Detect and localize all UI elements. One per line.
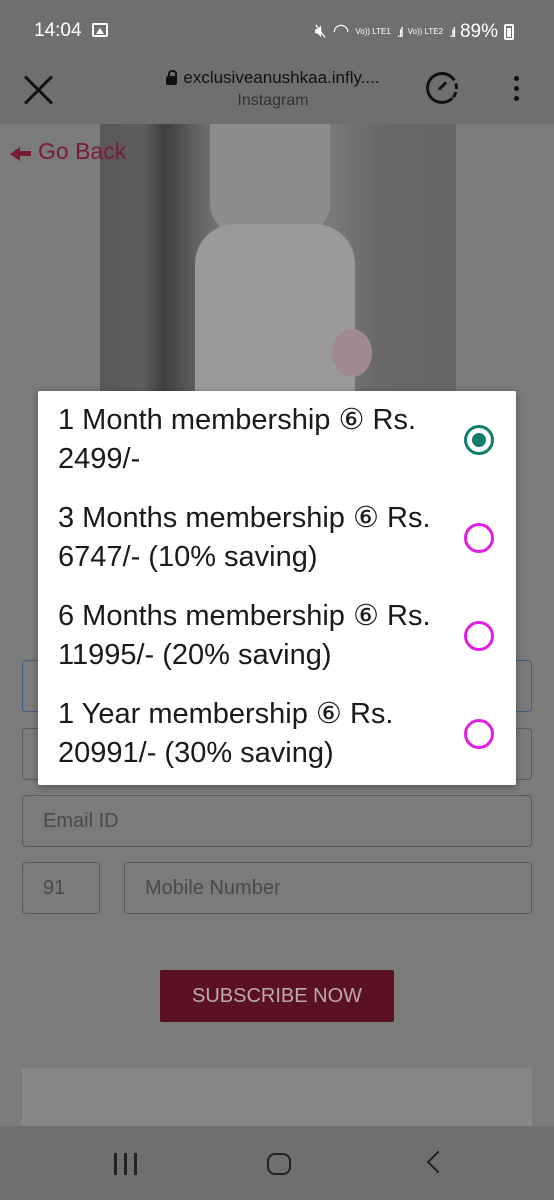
gallery-icon [92, 23, 108, 37]
network-2-label: Vo)) LTE2 [407, 26, 444, 36]
footer-section [22, 1068, 532, 1128]
country-code-field[interactable]: 91 [22, 862, 100, 914]
navigation-bar [0, 1126, 554, 1200]
mute-icon: 🔇︎ [314, 20, 327, 42]
url-source: Instagram [237, 92, 309, 109]
signal-icon: .ıl [396, 23, 404, 40]
subscribe-button[interactable]: SUBSCRIBE NOW [160, 970, 394, 1022]
mobile-number-field[interactable]: Mobile Number [124, 862, 532, 914]
country-code: 91 [43, 876, 66, 899]
membership-option-label: 1 Year membership ⑥ Rs. 20991/- (30% sav… [58, 698, 394, 769]
radio-icon[interactable] [464, 621, 494, 651]
close-icon[interactable] [22, 74, 54, 106]
go-back-label: Go Back [38, 138, 127, 164]
network-1-label: Vo)) LTE1 [355, 26, 391, 36]
mobile-placeholder: Mobile Number [145, 876, 281, 899]
membership-option[interactable]: 3 Months membership ⑥ Rs. 6747/- (10% sa… [38, 489, 516, 587]
radio-selected-icon[interactable] [464, 425, 494, 455]
membership-option-label: 3 Months membership ⑥ Rs. 6747/- (10% sa… [58, 502, 431, 573]
lock-icon [166, 70, 178, 85]
more-options-icon[interactable] [512, 76, 520, 104]
membership-dialog: 1 Month membership ⑥ Rs. 2499/- 3 Months… [38, 391, 516, 785]
battery-icon [504, 23, 514, 40]
url-text: exclusiveanushkaa.infly.... [183, 68, 380, 87]
status-indicators: 🔇︎ ◠ Vo)) LTE1 .ıl Vo)) LTE2 .ıl 89% [315, 20, 514, 43]
arrow-left-icon [10, 142, 32, 162]
radio-icon[interactable] [464, 523, 494, 553]
membership-option-label: 1 Month membership ⑥ Rs. 2499/- [58, 404, 417, 475]
recent-apps-icon[interactable] [114, 1153, 138, 1175]
status-time: 14:04 [34, 20, 82, 41]
status-bar: 14:04 🔇︎ ◠ Vo)) LTE1 .ıl Vo)) LTE2 .ıl 8… [0, 0, 554, 62]
profile-photo [100, 124, 456, 392]
membership-option[interactable]: 1 Month membership ⑥ Rs. 2499/- [38, 391, 516, 489]
timer-icon[interactable] [426, 72, 458, 104]
browser-toolbar: exclusiveanushkaa.infly.... Instagram [0, 62, 554, 124]
membership-option[interactable]: 1 Year membership ⑥ Rs. 20991/- (30% sav… [38, 685, 516, 783]
back-icon[interactable] [426, 1150, 450, 1174]
email-placeholder: Email ID [43, 809, 119, 832]
membership-option[interactable]: 6 Months membership ⑥ Rs. 11995/- (20% s… [38, 587, 516, 685]
go-back-link[interactable]: Go Back [10, 138, 126, 165]
signal-icon: .ıl [449, 23, 456, 40]
membership-option-label: 6 Months membership ⑥ Rs. 11995/- (20% s… [58, 600, 431, 671]
home-icon[interactable] [267, 1153, 291, 1175]
battery-percent: 89% [459, 20, 498, 42]
email-field[interactable]: Email ID [22, 795, 532, 847]
url-block[interactable]: exclusiveanushkaa.infly.... Instagram [148, 68, 398, 110]
wifi-icon: ◠ [332, 21, 350, 42]
radio-icon[interactable] [464, 719, 494, 749]
